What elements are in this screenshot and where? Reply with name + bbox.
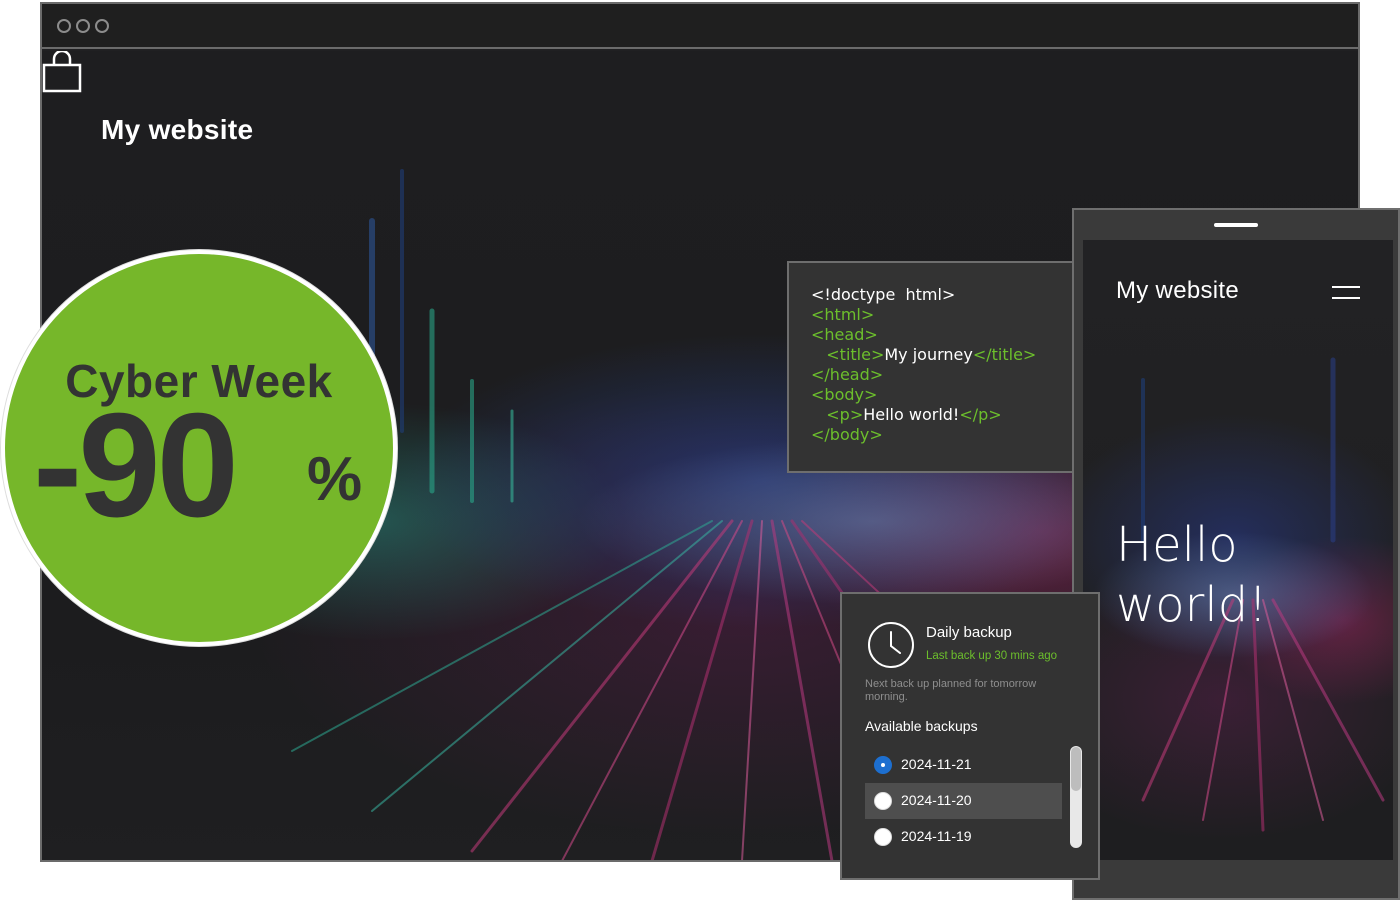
backup-card: Daily backup Last back up 30 mins ago Ne…	[840, 592, 1100, 880]
radio-unselected[interactable]	[874, 792, 892, 810]
backup-option-2024-11-19[interactable]: 2024-11-19	[865, 819, 1062, 855]
backup-next-info: Next back up planned for tomorrow mornin…	[865, 678, 1037, 703]
available-backups-label: Available backups	[865, 718, 978, 734]
mockup-stage: My website Cyber Week -90 % <!doctype ht…	[0, 0, 1400, 900]
backup-date: 2024-11-21	[901, 756, 972, 772]
radio-unselected[interactable]	[874, 828, 892, 846]
desktop-site-title[interactable]: My website	[101, 114, 253, 146]
code-line: <title>My journey</title>	[826, 345, 1037, 364]
mobile-hero-heading: Hello world!	[1116, 515, 1376, 635]
hero-line-2: world!	[1116, 577, 1268, 633]
code-line: <!doctype html>	[811, 285, 956, 304]
code-line: <body>	[811, 385, 878, 404]
cyber-week-badge: Cyber Week -90 %	[1, 250, 397, 646]
code-line: </body>	[811, 425, 883, 444]
shopping-bag-icon[interactable]	[42, 51, 82, 93]
phone-speaker	[1214, 223, 1258, 227]
mobile-device-frame: My website Hello world!	[1072, 208, 1400, 900]
code-snippet-panel: <!doctype html> <html> <head> <title>My …	[787, 261, 1087, 473]
window-control-1[interactable]	[57, 19, 71, 33]
code-line: <head>	[811, 325, 878, 344]
code-line: <p>Hello world!</p>	[826, 405, 1002, 424]
backup-option-2024-11-20[interactable]: 2024-11-20	[865, 783, 1062, 819]
backup-option-2024-11-21[interactable]: 2024-11-21	[865, 747, 1062, 783]
backup-status: Last back up 30 mins ago	[926, 650, 1058, 662]
mobile-screen: My website Hello world!	[1083, 240, 1393, 860]
window-control-2[interactable]	[76, 19, 90, 33]
hero-line-1: Hello	[1116, 517, 1238, 573]
scrollbar-thumb[interactable]	[1071, 747, 1081, 791]
backup-list-scrollbar[interactable]	[1070, 746, 1082, 848]
window-control-3[interactable]	[95, 19, 109, 33]
code-line: <html>	[811, 305, 875, 324]
radio-selected[interactable]	[874, 756, 892, 774]
backup-list: 2024-11-21 2024-11-20 2024-11-19	[865, 747, 1062, 855]
clock-icon	[868, 622, 914, 668]
hamburger-menu-icon[interactable]	[1332, 284, 1360, 300]
backup-date: 2024-11-20	[901, 792, 972, 808]
browser-title-bar	[42, 4, 1358, 49]
mobile-site-title[interactable]: My website	[1116, 277, 1239, 305]
backup-date: 2024-11-19	[901, 828, 972, 844]
backup-title: Daily backup	[926, 624, 1012, 641]
badge-percent-sign: %	[307, 445, 363, 514]
badge-discount-value: -90	[33, 383, 239, 548]
code-line: </head>	[811, 365, 884, 384]
